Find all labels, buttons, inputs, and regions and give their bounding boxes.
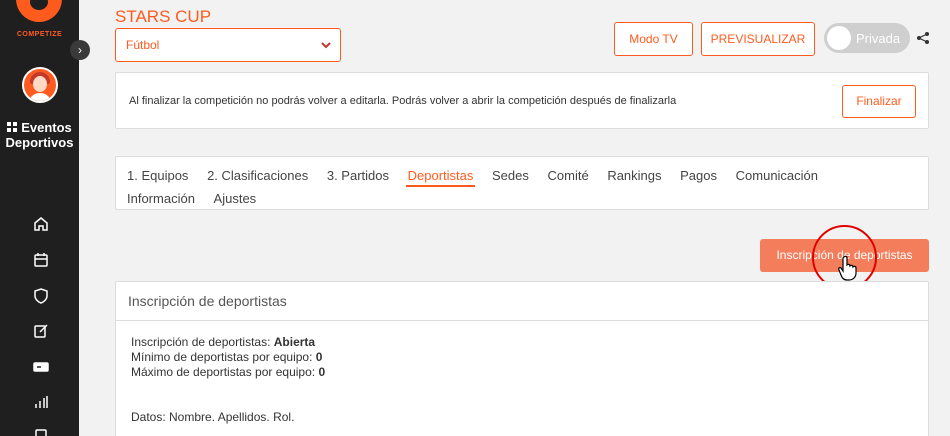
- tab-equipos[interactable]: 1. Equipos: [127, 164, 188, 187]
- sport-select[interactable]: Fútbol: [115, 28, 341, 62]
- details-header: Inscripción de deportistas: [116, 282, 928, 321]
- tab-partidos[interactable]: 3. Partidos: [327, 164, 389, 187]
- user-avatar[interactable]: [22, 67, 58, 103]
- details-body: Inscripción de deportistas: Abierta Míni…: [116, 321, 928, 436]
- share-icon[interactable]: [916, 31, 930, 45]
- status-value: Abierta: [273, 335, 316, 349]
- grid-icon: [7, 122, 18, 133]
- edit-icon[interactable]: [32, 322, 50, 340]
- privacy-toggle[interactable]: Privada: [824, 23, 910, 53]
- stats-icon[interactable]: [32, 393, 50, 411]
- document-icon[interactable]: [32, 428, 50, 436]
- fields-line: Datos: Nombre. Apellidos. Rol.: [131, 410, 295, 424]
- logo-text: COMPETIZE: [16, 31, 63, 38]
- shield-icon[interactable]: [32, 287, 50, 305]
- tv-mode-button[interactable]: Modo TV: [614, 22, 693, 56]
- notice-text: Al finalizar la competición no podrás vo…: [129, 95, 677, 107]
- status-line: Inscripción de deportistas: Abierta: [131, 335, 316, 349]
- calendar-icon[interactable]: [32, 251, 50, 269]
- min-value: 0: [315, 350, 323, 364]
- min-line: Mínimo de deportistas por equipo: 0: [131, 350, 323, 364]
- tab-ajustes[interactable]: Ajustes: [214, 187, 257, 210]
- section-tabs: 1. Equipos 2. Clasificaciones 3. Partido…: [115, 156, 929, 210]
- tab-sedes[interactable]: Sedes: [492, 164, 529, 187]
- finalize-button[interactable]: Finalizar: [842, 85, 916, 118]
- collapse-sidebar-button[interactable]: ›: [70, 40, 90, 60]
- section-title[interactable]: Eventos Deportivos: [0, 120, 79, 150]
- max-value: 0: [318, 365, 326, 379]
- preview-button[interactable]: PREVISUALIZAR: [701, 22, 815, 56]
- tab-deportistas[interactable]: Deportistas: [405, 164, 476, 187]
- tab-comunicacion[interactable]: Comunicación: [736, 164, 818, 187]
- finalize-notice: Al finalizar la competición no podrás vo…: [115, 72, 929, 129]
- registration-details-panel: Inscripción de deportistas Inscripción d…: [115, 281, 929, 436]
- hand-cursor-icon: [838, 255, 857, 281]
- toggle-knob: [827, 26, 851, 50]
- tab-pagos[interactable]: Pagos: [680, 164, 717, 187]
- page-title: STARS CUP: [115, 7, 212, 26]
- home-icon[interactable]: [32, 215, 50, 233]
- sport-select-value: Fútbol: [126, 38, 160, 52]
- tab-informacion[interactable]: Información: [127, 187, 195, 210]
- ticket-icon[interactable]: [32, 358, 50, 376]
- privacy-label: Privada: [856, 31, 901, 46]
- max-line: Máximo de deportistas por equipo: 0: [131, 365, 326, 379]
- tab-comite[interactable]: Comité: [548, 164, 589, 187]
- competize-logo[interactable]: [16, 0, 62, 22]
- tab-clasificaciones[interactable]: 2. Clasificaciones: [207, 164, 308, 187]
- chevron-down-icon: [321, 42, 331, 49]
- sidebar: COMPETIZE Eventos Deportivos: [0, 0, 79, 436]
- tab-rankings[interactable]: Rankings: [607, 164, 661, 187]
